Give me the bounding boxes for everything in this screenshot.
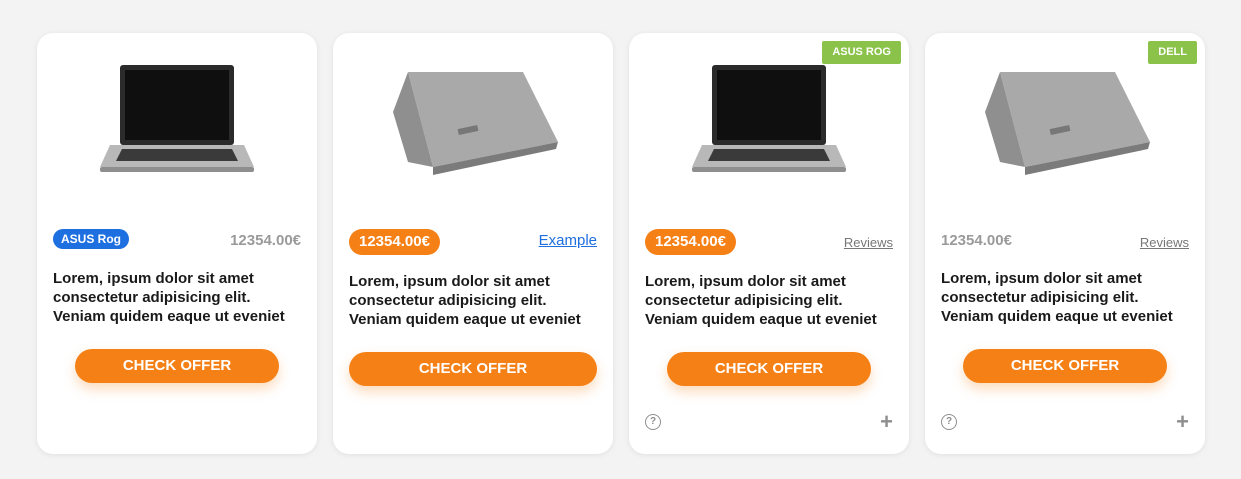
- product-description: Lorem, ipsum dolor sit amet consectetur …: [53, 270, 285, 325]
- brand-pill: ASUS Rog: [53, 229, 129, 249]
- price-row: 12354.00€ Example: [349, 229, 597, 257]
- brand-badge: DELL: [1148, 41, 1197, 64]
- reviews-link[interactable]: Reviews: [1140, 235, 1189, 250]
- help-icon[interactable]: ?: [941, 414, 957, 430]
- product-card: DELL 12354.00€ Reviews Lorem, ipsum dolo…: [925, 33, 1205, 454]
- check-offer-button[interactable]: CHECK OFFER: [75, 349, 279, 383]
- product-description: Lorem, ipsum dolor sit amet consectetur …: [941, 270, 1173, 325]
- check-offer-button[interactable]: CHECK OFFER: [667, 352, 871, 386]
- laptop-back-icon: [393, 72, 558, 175]
- product-card: ASUS Rog 12354.00€ Lorem, ipsum dolor si…: [37, 33, 317, 454]
- product-description: Lorem, ipsum dolor sit amet consectetur …: [645, 273, 877, 328]
- price-row: 12354.00€ Reviews: [941, 229, 1189, 257]
- price: 12354.00€: [230, 232, 301, 249]
- example-link[interactable]: Example: [539, 232, 597, 249]
- reviews-link[interactable]: Reviews: [844, 235, 893, 250]
- help-icon[interactable]: ?: [645, 414, 661, 430]
- product-card: 12354.00€ Example Lorem, ipsum dolor sit…: [333, 33, 613, 454]
- laptop-front-icon: [692, 65, 846, 172]
- price-pill: 12354.00€: [349, 229, 440, 255]
- price-row: ASUS Rog 12354.00€: [53, 229, 301, 257]
- product-card: ASUS ROG 12354.00€ Reviews Lorem, ipsum …: [629, 33, 909, 454]
- price-row: 12354.00€ Reviews: [645, 229, 893, 257]
- product-description: Lorem, ipsum dolor sit amet consectetur …: [349, 273, 581, 328]
- laptop-front-icon: [100, 65, 254, 172]
- plus-icon[interactable]: +: [880, 411, 893, 433]
- price: 12354.00€: [941, 232, 1012, 249]
- check-offer-button[interactable]: CHECK OFFER: [349, 352, 597, 386]
- check-offer-button[interactable]: CHECK OFFER: [963, 349, 1167, 383]
- price-pill: 12354.00€: [645, 229, 736, 255]
- plus-icon[interactable]: +: [1176, 411, 1189, 433]
- laptop-back-icon: [985, 72, 1150, 175]
